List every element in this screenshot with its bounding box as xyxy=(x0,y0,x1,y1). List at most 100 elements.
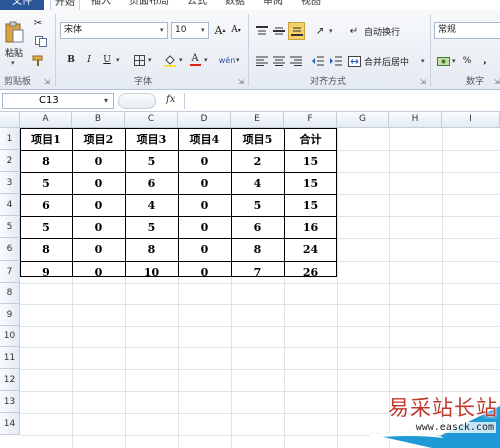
chevron-down-icon[interactable]: ▾ xyxy=(421,57,425,65)
table-cell[interactable]: 5 xyxy=(125,216,178,238)
format-painter-icon[interactable] xyxy=(30,54,46,68)
bold-button[interactable]: B xyxy=(64,52,78,68)
italic-button[interactable]: I xyxy=(82,52,96,68)
table-cell[interactable]: 0 xyxy=(178,194,231,216)
table-cell[interactable]: 16 xyxy=(284,216,337,238)
table-cell[interactable]: 2 xyxy=(231,150,284,172)
column-header[interactable]: A xyxy=(20,112,72,128)
table-header-cell[interactable]: 合计 xyxy=(284,128,337,150)
column-header[interactable]: I xyxy=(442,112,500,128)
select-all-corner[interactable] xyxy=(0,112,20,128)
row-header[interactable]: 10 xyxy=(0,326,20,347)
tab-view[interactable]: 视图 xyxy=(301,0,321,10)
column-header[interactable]: D xyxy=(178,112,231,128)
row-header[interactable]: 4 xyxy=(0,194,20,216)
merge-center-icon[interactable] xyxy=(346,53,362,69)
number-launcher-icon[interactable]: ⇲ xyxy=(494,78,500,86)
row-header[interactable]: 5 xyxy=(0,216,20,238)
grow-font-icon[interactable]: A ▴ xyxy=(213,22,227,38)
chevron-down-icon[interactable]: ▾ xyxy=(204,56,208,64)
shrink-font-icon[interactable]: A ▾ xyxy=(229,22,243,38)
alignment-launcher-icon[interactable]: ⇲ xyxy=(420,78,426,86)
row-header[interactable]: 7 xyxy=(0,261,20,283)
table-cell[interactable]: 6 xyxy=(231,216,284,238)
fill-color-icon[interactable] xyxy=(163,52,177,68)
align-right-icon[interactable] xyxy=(288,53,304,69)
table-cell[interactable]: 24 xyxy=(284,238,337,261)
table-cell[interactable]: 7 xyxy=(231,261,284,283)
table-header-cell[interactable]: 项目3 xyxy=(125,128,178,150)
tab-home[interactable]: 开始 xyxy=(50,0,80,10)
merge-center-button[interactable]: 合并后居中 xyxy=(363,53,423,69)
chevron-down-icon[interactable]: ▾ xyxy=(236,56,240,64)
row-header[interactable]: 12 xyxy=(0,369,20,391)
table-cell[interactable]: 8 xyxy=(20,238,72,261)
tab-review[interactable]: 审阅 xyxy=(263,0,283,10)
phonetic-guide-icon[interactable]: wén xyxy=(219,52,236,68)
font-color-icon[interactable]: A xyxy=(188,52,202,68)
paste-dropdown-icon[interactable]: ▾ xyxy=(11,59,15,67)
table-cell[interactable]: 0 xyxy=(178,216,231,238)
table-cell[interactable]: 5 xyxy=(125,150,178,172)
row-header[interactable]: 14 xyxy=(0,413,20,435)
paste-label[interactable]: 粘贴 xyxy=(2,46,26,59)
percent-button[interactable]: % xyxy=(460,53,474,69)
wrap-text-button[interactable]: 自动换行 xyxy=(363,23,413,39)
row-header[interactable]: 1 xyxy=(0,128,20,150)
table-cell[interactable]: 5 xyxy=(20,216,72,238)
chevron-down-icon[interactable]: ▾ xyxy=(452,57,456,65)
chevron-down-icon[interactable]: ▾ xyxy=(201,26,205,34)
chevron-down-icon[interactable]: ▾ xyxy=(160,26,164,34)
table-cell[interactable]: 4 xyxy=(231,172,284,194)
align-middle-icon[interactable] xyxy=(271,23,287,39)
table-cell[interactable]: 26 xyxy=(284,261,337,283)
table-header-cell[interactable]: 项目4 xyxy=(178,128,231,150)
table-cell[interactable]: 10 xyxy=(125,261,178,283)
underline-button[interactable]: U xyxy=(100,52,114,68)
align-center-icon[interactable] xyxy=(271,53,287,69)
table-cell[interactable]: 0 xyxy=(178,150,231,172)
font-launcher-icon[interactable]: ⇲ xyxy=(238,78,244,86)
table-cell[interactable]: 9 xyxy=(20,261,72,283)
column-header[interactable]: C xyxy=(125,112,178,128)
currency-icon[interactable] xyxy=(435,53,451,69)
align-left-icon[interactable] xyxy=(254,53,270,69)
table-cell[interactable]: 15 xyxy=(284,172,337,194)
font-name-select[interactable]: 宋体 xyxy=(60,22,168,39)
tab-page-layout[interactable]: 页面布局 xyxy=(129,0,169,10)
chevron-down-icon[interactable]: ▾ xyxy=(148,56,152,64)
table-cell[interactable]: 0 xyxy=(178,261,231,283)
align-top-icon[interactable] xyxy=(254,23,270,39)
column-header[interactable]: F xyxy=(284,112,337,128)
tab-insert[interactable]: 插入 xyxy=(91,0,111,10)
table-cell[interactable]: 6 xyxy=(125,172,178,194)
row-header[interactable]: 3 xyxy=(0,172,20,194)
table-cell[interactable]: 0 xyxy=(72,238,125,261)
table-cell[interactable]: 0 xyxy=(178,238,231,261)
table-cell[interactable]: 4 xyxy=(125,194,178,216)
row-header[interactable]: 2 xyxy=(0,150,20,172)
table-header-cell[interactable]: 项目2 xyxy=(72,128,125,150)
chevron-down-icon[interactable]: ▾ xyxy=(329,27,333,35)
name-box[interactable]: C13 xyxy=(2,93,114,109)
row-header[interactable]: 8 xyxy=(0,283,20,304)
chevron-down-icon[interactable]: ▾ xyxy=(179,56,183,64)
column-header[interactable]: E xyxy=(231,112,284,128)
table-header-cell[interactable]: 项目5 xyxy=(231,128,284,150)
increase-indent-icon[interactable] xyxy=(328,53,344,69)
table-header-cell[interactable]: 项目1 xyxy=(20,128,72,150)
column-header[interactable]: G xyxy=(337,112,389,128)
align-bottom-icon[interactable] xyxy=(288,22,305,40)
table-cell[interactable]: 0 xyxy=(72,172,125,194)
row-header[interactable]: 11 xyxy=(0,347,20,369)
table-cell[interactable]: 0 xyxy=(72,194,125,216)
clipboard-launcher-icon[interactable]: ⇲ xyxy=(44,78,50,86)
table-cell[interactable]: 8 xyxy=(125,238,178,261)
table-cell[interactable]: 6 xyxy=(20,194,72,216)
table-cell[interactable]: 8 xyxy=(231,238,284,261)
table-cell[interactable]: 0 xyxy=(72,150,125,172)
number-format-select[interactable]: 常规 xyxy=(434,22,500,39)
table-cell[interactable]: 8 xyxy=(20,150,72,172)
table-cell[interactable]: 15 xyxy=(284,150,337,172)
cut-icon[interactable]: ✂ xyxy=(30,16,46,30)
